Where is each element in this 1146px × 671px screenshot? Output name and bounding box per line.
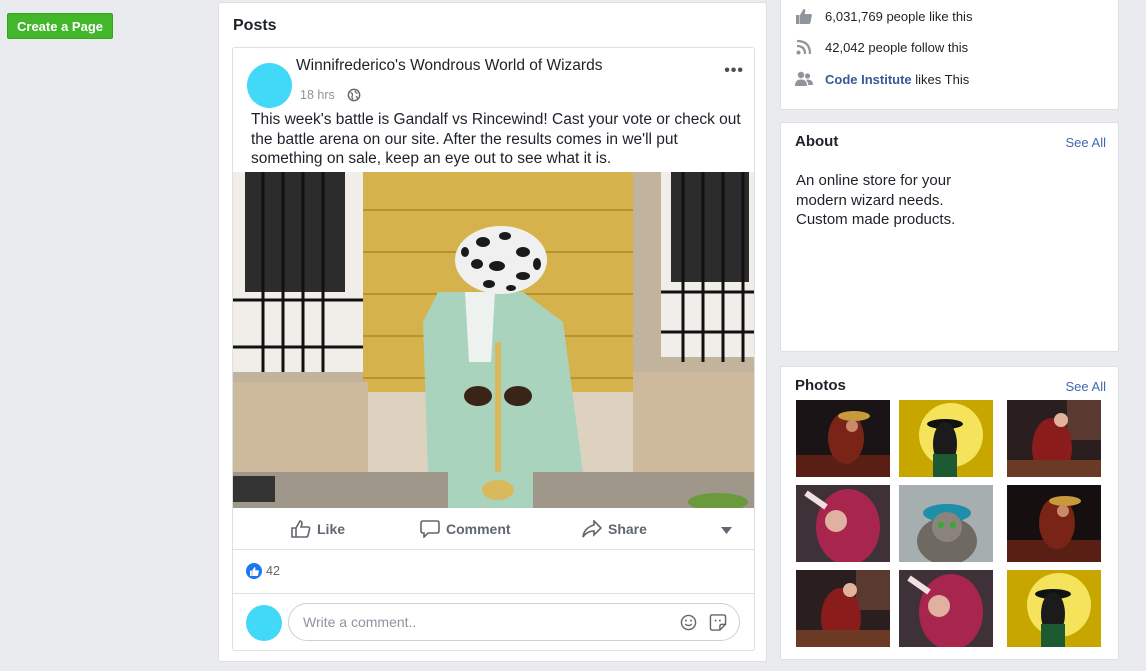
reaction-summary[interactable]: 42 <box>246 563 280 579</box>
thumbs-up-icon <box>796 9 812 24</box>
posts-heading: Posts <box>233 17 277 34</box>
comment-placeholder: Write a comment.. <box>303 614 417 630</box>
thumbs-up-icon <box>291 520 311 538</box>
comment-composer: Write a comment.. <box>233 593 754 650</box>
comment-button[interactable]: Comment <box>420 520 511 538</box>
like-count: 42 <box>266 564 280 578</box>
post: Winnifrederico's Wondrous World of Wizar… <box>232 47 755 651</box>
friend-likes-suffix: likes This <box>911 71 970 87</box>
like-button[interactable]: Like <box>291 520 345 538</box>
like-reaction-icon <box>246 563 262 579</box>
comment-icon <box>420 520 440 538</box>
posts-card: Posts Winnifrederico's Wondrous World of… <box>218 2 767 662</box>
post-photo[interactable] <box>233 172 754 508</box>
follows-count-text: 42,042 people follow this <box>825 39 969 55</box>
photo-thumbnail[interactable] <box>899 400 993 477</box>
photo-thumbnail[interactable] <box>1007 485 1101 562</box>
like-label: Like <box>317 521 346 537</box>
user-avatar[interactable] <box>246 605 282 641</box>
post-page-name[interactable]: Winnifrederico's Wondrous World of Wizar… <box>296 57 602 75</box>
photo-thumbnail[interactable] <box>796 570 890 647</box>
friends-icon <box>795 71 813 86</box>
create-page-button[interactable]: Create a Page <box>7 13 113 39</box>
emoji-icon[interactable] <box>680 614 697 631</box>
likes-stat: 6,031,769 people like this <box>795 7 972 25</box>
post-text: This week's battle is Gandalf vs Rincewi… <box>251 111 741 167</box>
post-actions-bar: Like Comment Share <box>233 510 754 550</box>
post-more-options-icon[interactable]: ••• <box>724 62 744 80</box>
photos-card: Photos See All <box>780 366 1119 660</box>
share-label: Share <box>608 521 647 537</box>
globe-icon <box>347 88 361 102</box>
follows-stat: 42,042 people follow this <box>795 38 968 56</box>
comment-input[interactable]: Write a comment.. <box>288 603 740 641</box>
photos-title: Photos <box>795 377 846 394</box>
photo-thumbnail[interactable] <box>796 485 890 562</box>
photo-thumbnail[interactable] <box>899 485 993 562</box>
photo-thumbnail[interactable] <box>1007 400 1101 477</box>
likes-count-text: 6,031,769 people like this <box>825 8 973 24</box>
about-card: About See All An online store for your m… <box>780 122 1119 352</box>
rss-follow-icon <box>796 39 812 55</box>
comment-label: Comment <box>446 521 511 537</box>
photo-thumbnail[interactable] <box>796 400 890 477</box>
page-stats-card: 6,031,769 people like this 42,042 people… <box>780 0 1119 110</box>
share-options-caret-icon[interactable] <box>721 527 732 534</box>
post-timestamp[interactable]: 18 hrs <box>300 88 335 102</box>
photo-thumbnail[interactable] <box>899 570 993 647</box>
share-icon <box>582 520 602 538</box>
about-see-all-link[interactable]: See All <box>1066 135 1106 150</box>
share-button[interactable]: Share <box>582 520 647 538</box>
friend-name-link[interactable]: Code Institute <box>825 72 912 87</box>
photos-see-all-link[interactable]: See All <box>1066 379 1106 394</box>
friend-likes-stat: Code Institute likes This <box>795 70 969 88</box>
page-avatar[interactable] <box>247 63 292 108</box>
sticker-icon[interactable] <box>709 614 727 631</box>
photo-thumbnail[interactable] <box>1007 570 1101 647</box>
about-description: An online store for your modern wizard n… <box>796 172 956 228</box>
about-title: About <box>795 133 839 150</box>
